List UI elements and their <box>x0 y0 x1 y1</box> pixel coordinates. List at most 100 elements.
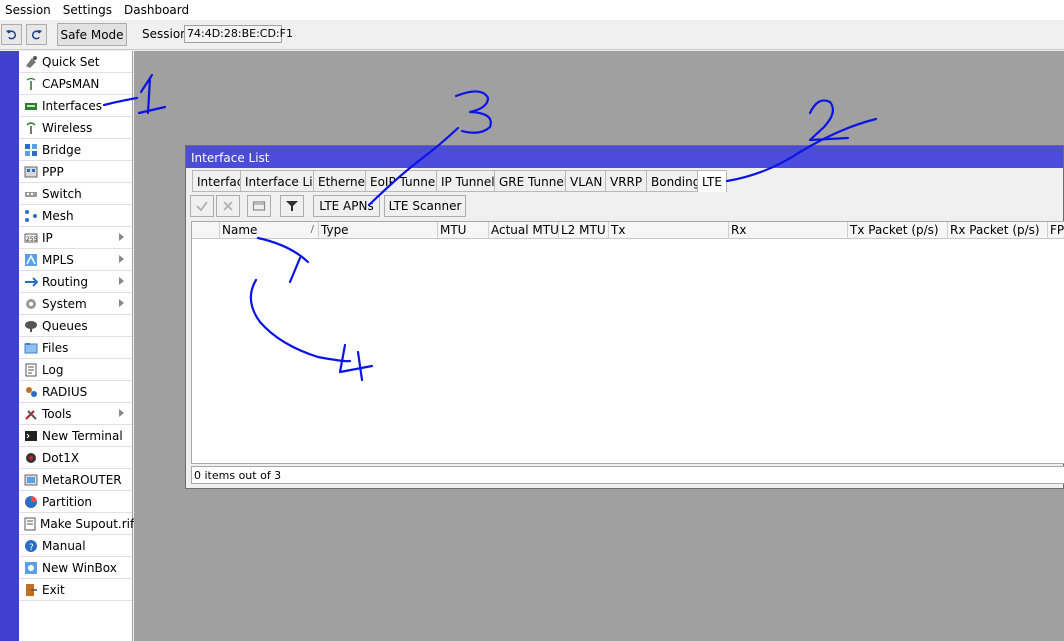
sidebar-item-files[interactable]: Files <box>19 337 132 359</box>
sidebar-item-metarouter[interactable]: MetaROUTER <box>19 469 132 491</box>
sidebar-item-switch[interactable]: Switch <box>19 183 132 205</box>
interfaces-icon <box>23 98 39 114</box>
sidebar-item-quick-set[interactable]: Quick Set <box>19 51 132 73</box>
filter-button[interactable] <box>280 195 304 217</box>
sidebar-item-label: IP <box>42 230 53 245</box>
svg-text:?: ? <box>29 543 34 553</box>
sidebar-item-label: System <box>42 296 87 311</box>
ip-icon: 255 <box>23 230 39 246</box>
switch-icon <box>23 186 39 202</box>
column-header-type[interactable]: Type <box>319 222 438 239</box>
sidebar-item-log[interactable]: Log <box>19 359 132 381</box>
disable-button[interactable] <box>216 195 240 217</box>
partition-icon <box>23 494 39 510</box>
sidebar-item-make-supout-rif[interactable]: Make Supout.rif <box>19 513 135 535</box>
svg-text:255: 255 <box>26 236 38 243</box>
sidebar-item-exit[interactable]: Exit <box>19 579 132 601</box>
sidebar-item-label: New WinBox <box>42 560 117 575</box>
sidebar-item-mesh[interactable]: Mesh <box>19 205 132 227</box>
menu-session[interactable]: Session <box>0 3 58 17</box>
tools-icon <box>23 406 39 422</box>
comment-button[interactable] <box>247 195 271 217</box>
tab-lte[interactable]: LTE <box>697 170 727 192</box>
sidebar-item-radius[interactable]: RADIUS <box>19 381 132 403</box>
sidebar-item-queues[interactable]: Queues <box>19 315 132 337</box>
tab-eoip-tunnel[interactable]: EoIP Tunnel <box>365 170 439 192</box>
menu-bar: Session Settings Dashboard <box>0 0 1064 20</box>
sidebar-item-manual[interactable]: ? Manual <box>19 535 132 557</box>
column-header-fp[interactable]: FP <box>1048 222 1064 239</box>
sidebar-item-tools[interactable]: Tools <box>19 403 132 425</box>
cross-icon <box>223 201 233 211</box>
exit-icon <box>23 582 39 598</box>
sidebar-item-label: Make Supout.rif <box>40 516 135 531</box>
sidebar-item-label: Switch <box>42 186 82 201</box>
tab-interface-list[interactable]: Interface List <box>240 170 324 192</box>
column-header-name[interactable]: Name / <box>220 222 319 239</box>
tab-interface[interactable]: Interface <box>192 170 251 192</box>
sidebar-item-dot1x[interactable]: Dot1X <box>19 447 132 469</box>
sidebar-item-label: CAPsMAN <box>42 76 100 91</box>
sidebar-item-label: Log <box>42 362 64 377</box>
sidebar-item-label: Bridge <box>42 142 82 157</box>
system-icon <box>23 296 39 312</box>
redo-icon <box>31 29 43 40</box>
safe-mode-button[interactable]: Safe Mode <box>57 23 127 46</box>
submenu-arrow-icon <box>119 277 124 285</box>
sidebar-item-mpls[interactable]: MPLS <box>19 249 132 271</box>
sidebar-item-new-terminal[interactable]: New Terminal <box>19 425 132 447</box>
enable-button[interactable] <box>190 195 214 217</box>
column-header-l2-mtu[interactable]: L2 MTU <box>559 222 609 239</box>
sidebar-item-wireless[interactable]: Wireless <box>19 117 132 139</box>
tab-ethernet[interactable]: Ethernet <box>313 170 370 192</box>
lte-scanner-button[interactable]: LTE Scanner <box>384 195 466 217</box>
table-header: Name / Type MTU Actual MTU L2 MTU Tx Rx T… <box>192 222 1064 239</box>
sidebar-item-system[interactable]: System <box>19 293 132 315</box>
sidebar-item-label: Tools <box>42 406 72 421</box>
redo-button[interactable] <box>26 24 47 45</box>
undo-button[interactable] <box>1 24 22 45</box>
winbox-icon <box>23 560 39 576</box>
column-header-mtu[interactable]: MTU <box>438 222 489 239</box>
sidebar-item-new-winbox[interactable]: New WinBox <box>19 557 132 579</box>
sidebar-item-ppp[interactable]: PPP <box>19 161 132 183</box>
sidebar-item-label: Manual <box>42 538 86 553</box>
tab-vrrp[interactable]: VRRP <box>605 170 646 192</box>
sidebar-item-label: New Terminal <box>42 428 123 443</box>
tab-vlan[interactable]: VLAN <box>565 170 605 192</box>
column-header-actual-mtu[interactable]: Actual MTU <box>489 222 559 239</box>
menu-settings[interactable]: Settings <box>58 3 119 17</box>
ppp-icon <box>23 164 39 180</box>
sidebar-item-ip[interactable]: 255 IP <box>19 227 132 249</box>
sidebar-item-label: Queues <box>42 318 88 333</box>
interface-list-window: Interface List Interface Interface List … <box>185 145 1064 489</box>
tab-gre-tunnel[interactable]: GRE Tunnel <box>494 170 567 192</box>
lte-apns-button[interactable]: LTE APNs <box>313 195 380 217</box>
menu-dashboard[interactable]: Dashboard <box>119 3 196 17</box>
bridge-icon <box>23 142 39 158</box>
capsman-icon <box>23 76 39 92</box>
window-title[interactable]: Interface List <box>186 146 1063 168</box>
sort-indicator-icon: / <box>310 224 314 235</box>
toolbar: Safe Mode Session: 74:4D:28:BE:CD:F1 <box>0 20 1064 50</box>
sidebar-item-label: Exit <box>42 582 65 597</box>
sidebar-item-label: MetaROUTER <box>42 472 122 487</box>
sidebar-item-bridge[interactable]: Bridge <box>19 139 132 161</box>
tab-ip-tunnel[interactable]: IP Tunnel <box>436 170 495 192</box>
tab-bonding[interactable]: Bonding <box>646 170 700 192</box>
column-header-rx-packet[interactable]: Rx Packet (p/s) <box>948 222 1048 239</box>
column-header-tx-packet[interactable]: Tx Packet (p/s) <box>848 222 948 239</box>
sidebar-item-routing[interactable]: Routing <box>19 271 132 293</box>
column-header-blank[interactable] <box>192 222 220 239</box>
log-icon <box>23 362 39 378</box>
column-header-rx[interactable]: Rx <box>729 222 848 239</box>
tab-bar: Interface Interface List Ethernet EoIP T… <box>192 170 727 192</box>
radius-icon <box>23 384 39 400</box>
column-header-tx[interactable]: Tx <box>609 222 729 239</box>
sidebar-item-partition[interactable]: Partition <box>19 491 132 513</box>
dot1x-icon <box>23 450 39 466</box>
files-icon <box>23 340 39 356</box>
sidebar-item-capsman[interactable]: CAPsMAN <box>19 73 132 95</box>
filter-icon <box>286 201 298 211</box>
sidebar-item-interfaces[interactable]: Interfaces <box>19 95 132 117</box>
